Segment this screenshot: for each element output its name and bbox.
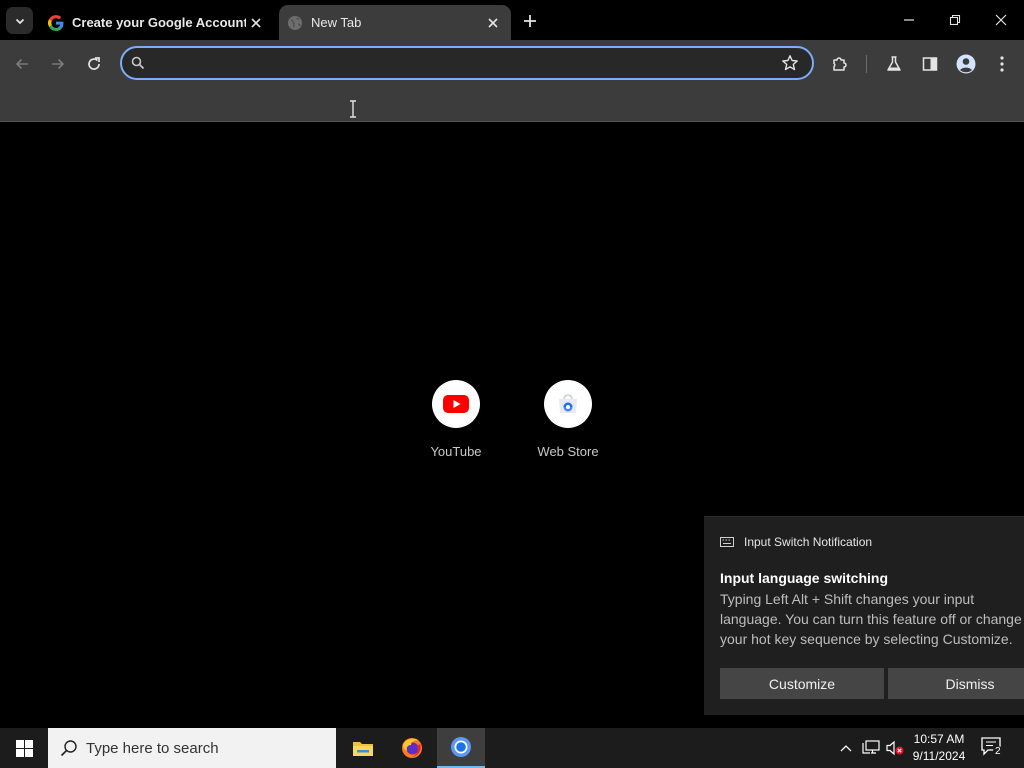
action-center-button[interactable]: 2 xyxy=(980,736,1006,760)
clock-time: 10:57 AM xyxy=(913,732,965,746)
taskbar-file-explorer[interactable] xyxy=(339,728,387,768)
system-clock[interactable]: 10:57 AM 9/11/2024 xyxy=(906,731,972,765)
menu-button[interactable] xyxy=(988,50,1016,78)
chevron-down-icon xyxy=(15,18,24,24)
taskbar: Type here to search 10:57 AM 9/11/2024 2 xyxy=(0,728,1024,768)
youtube-icon xyxy=(443,395,469,413)
arrow-left-icon xyxy=(15,58,28,70)
new-tab-button[interactable] xyxy=(518,9,542,33)
network-icon xyxy=(862,740,880,754)
tab-title: New Tab xyxy=(311,15,362,30)
keyboard-icon xyxy=(720,537,734,547)
taskbar-firefox[interactable] xyxy=(388,728,436,768)
tab-title: Create your Google Account xyxy=(72,15,246,30)
tab-new-tab[interactable]: New Tab xyxy=(279,5,511,40)
notification-app-row: Input Switch Notification xyxy=(720,535,872,549)
toolbar-divider xyxy=(866,55,867,73)
show-hidden-icons-button[interactable] xyxy=(836,738,856,758)
chrome-labs-button[interactable] xyxy=(880,50,908,78)
address-input[interactable] xyxy=(156,52,766,74)
tab-search-button[interactable] xyxy=(6,7,33,34)
arrow-right-icon xyxy=(52,58,65,70)
tab-close-button[interactable] xyxy=(246,13,266,33)
kebab-menu-icon xyxy=(1000,56,1004,72)
extensions-button[interactable] xyxy=(826,50,854,78)
reload-icon xyxy=(88,57,100,70)
shortcut-youtube[interactable]: YouTube xyxy=(411,380,501,470)
customize-button[interactable]: Customize xyxy=(720,668,884,699)
notification-body-line: your hot key sequence by selecting Custo… xyxy=(720,631,1013,647)
back-button[interactable] xyxy=(8,50,36,78)
search-icon xyxy=(131,56,145,70)
globe-icon xyxy=(288,15,302,30)
restore-icon xyxy=(949,14,961,26)
shortcut-icon-circle xyxy=(432,380,480,428)
file-explorer-icon xyxy=(353,742,373,756)
dismiss-button[interactable]: Dismiss xyxy=(888,668,1024,699)
minimize-icon xyxy=(904,19,914,21)
notification-count-badge: 2 xyxy=(993,746,1003,758)
shortcut-web-store[interactable]: Web Store xyxy=(523,380,613,470)
notification-body: Typing Left Alt + Shift changes your inp… xyxy=(720,589,1024,649)
shortcut-label: Web Store xyxy=(537,444,599,459)
taskbar-chrome[interactable] xyxy=(437,728,485,768)
puzzle-piece-icon xyxy=(833,57,847,71)
tab-close-button[interactable] xyxy=(483,13,503,33)
notification-body-line: language. You can turn this feature off … xyxy=(720,611,1022,627)
tab-strip: Create your Google Account New Tab xyxy=(0,0,1024,40)
profile-button[interactable] xyxy=(952,50,980,78)
side-panel-button[interactable] xyxy=(916,50,944,78)
restore-button[interactable] xyxy=(932,0,978,40)
volume-muted-icon xyxy=(886,740,904,756)
firefox-icon xyxy=(402,738,422,758)
flask-icon xyxy=(887,56,901,71)
volume-status[interactable] xyxy=(885,738,905,758)
side-panel-icon xyxy=(922,57,938,71)
taskbar-search-box[interactable]: Type here to search xyxy=(48,728,336,768)
close-icon xyxy=(995,14,1007,26)
bookmark-star-icon[interactable] xyxy=(781,54,799,72)
shortcut-icon-circle xyxy=(544,380,592,428)
browser-toolbar xyxy=(0,40,1024,122)
notification-app-name: Input Switch Notification xyxy=(744,535,873,549)
notification-title: Input language switching xyxy=(720,570,888,586)
text-cursor-icon xyxy=(350,100,356,118)
taskbar-search-placeholder: Type here to search xyxy=(86,739,219,757)
tab-create-google-account[interactable]: Create your Google Account xyxy=(40,5,274,40)
close-icon xyxy=(251,17,261,28)
network-status[interactable] xyxy=(861,738,881,758)
shortcut-label: YouTube xyxy=(430,444,482,459)
start-button[interactable] xyxy=(0,728,48,768)
forward-button[interactable] xyxy=(44,50,72,78)
input-switch-notification: Input Switch Notification Input language… xyxy=(704,516,1024,715)
chrome-icon xyxy=(451,737,471,757)
close-window-button[interactable] xyxy=(978,0,1024,40)
address-bar[interactable] xyxy=(120,46,814,80)
close-icon xyxy=(488,17,498,28)
chrome-web-store-icon xyxy=(559,394,577,413)
notification-body-line: Typing Left Alt + Shift changes your inp… xyxy=(720,591,975,607)
reload-button[interactable] xyxy=(80,50,108,78)
google-g-icon xyxy=(48,14,64,31)
screen: Create your Google Account New Tab YouTu… xyxy=(0,0,1024,768)
chevron-up-icon xyxy=(840,745,852,752)
avatar-icon xyxy=(956,54,976,74)
windows-logo-icon xyxy=(15,739,33,757)
plus-icon xyxy=(524,15,536,27)
search-icon xyxy=(60,740,77,757)
minimize-button[interactable] xyxy=(886,0,932,40)
clock-date: 9/11/2024 xyxy=(912,749,966,763)
